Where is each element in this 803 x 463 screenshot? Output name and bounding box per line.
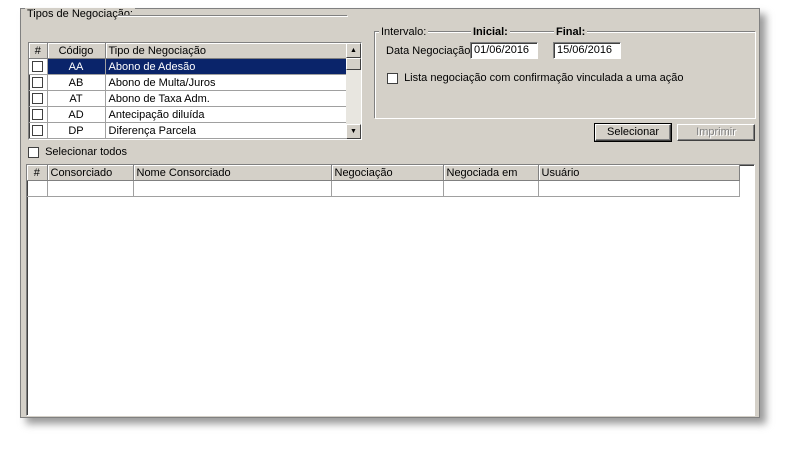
row-codigo: DP <box>47 122 106 139</box>
confirmacao-checkbox[interactable] <box>387 72 398 84</box>
selecionar-button-label: Selecionar <box>607 126 659 138</box>
imprimir-button[interactable]: Imprimir <box>677 124 755 141</box>
row-checkbox[interactable] <box>32 61 44 73</box>
row-codigo: AD <box>47 106 106 123</box>
confirmacao-option[interactable]: Lista negociação com confirmação vincula… <box>387 72 684 84</box>
tipos-grid-header: # Código Tipo de Negociação <box>29 43 349 59</box>
row-codigo: AB <box>47 74 106 91</box>
table-row[interactable]: DP Diferença Parcela <box>29 122 349 139</box>
results-grid-header: # Consorciado Nome Consorciado Negociaçã… <box>27 165 740 181</box>
inicial-label: Inicial: <box>471 26 510 38</box>
intervalo-legend: Intervalo: <box>379 26 429 38</box>
data-negociacao-label: Data Negociação: <box>386 45 474 57</box>
select-all-checkbox[interactable] <box>28 146 39 158</box>
tipos-group-line <box>117 15 347 16</box>
row-tipo: Diferença Parcela <box>105 122 349 139</box>
scroll-down-icon[interactable]: ▼ <box>346 124 361 139</box>
data-final-input[interactable]: 15/06/2016 <box>553 42 621 59</box>
table-row[interactable]: AA Abono de Adesão <box>29 58 349 75</box>
tipos-legend: Tipos de Negociação: <box>25 8 135 20</box>
table-row[interactable]: AB Abono de Multa/Juros <box>29 74 349 91</box>
column-header-negociacao[interactable]: Negociação <box>331 165 444 181</box>
final-label: Final: <box>554 26 588 38</box>
column-header-hash[interactable]: # <box>27 165 48 181</box>
column-header-negociada-em[interactable]: Negociada em <box>443 165 539 181</box>
selecionar-button[interactable]: Selecionar <box>594 123 672 142</box>
column-header-hash[interactable]: # <box>29 43 48 59</box>
row-tipo: Abono de Taxa Adm. <box>105 90 349 107</box>
table-row[interactable]: AT Abono de Taxa Adm. <box>29 90 349 107</box>
row-checkbox[interactable] <box>32 93 44 105</box>
row-codigo: AT <box>47 90 106 107</box>
row-tipo: Abono de Multa/Juros <box>105 74 349 91</box>
row-codigo: AA <box>47 58 106 75</box>
data-inicial-input[interactable]: 01/06/2016 <box>470 42 538 59</box>
row-checkbox[interactable] <box>32 77 44 89</box>
tipos-grid[interactable]: # Código Tipo de Negociação AA Abono de … <box>28 42 362 140</box>
row-tipo: Antecipação diluída <box>105 106 349 123</box>
imprimir-button-label: Imprimir <box>696 126 736 138</box>
scroll-thumb[interactable] <box>346 58 361 70</box>
column-header-tipo[interactable]: Tipo de Negociação <box>105 43 349 59</box>
table-row[interactable] <box>27 180 740 197</box>
table-row[interactable]: AD Antecipação diluída <box>29 106 349 123</box>
select-all-label: Selecionar todos <box>45 146 128 158</box>
column-header-nome-consorciado[interactable]: Nome Consorciado <box>133 165 332 181</box>
column-header-consorciado[interactable]: Consorciado <box>47 165 134 181</box>
results-grid[interactable]: # Consorciado Nome Consorciado Negociaçã… <box>26 164 755 416</box>
column-header-codigo[interactable]: Código <box>47 43 106 59</box>
column-header-usuario[interactable]: Usuário <box>538 165 740 181</box>
main-window: Tipos de Negociação: # Código Tipo de Ne… <box>20 8 760 418</box>
row-checkbox[interactable] <box>32 109 44 121</box>
row-checkbox[interactable] <box>32 125 44 137</box>
row-tipo: Abono de Adesão <box>105 58 349 75</box>
scroll-up-icon[interactable]: ▲ <box>346 43 361 58</box>
select-all-row[interactable]: Selecionar todos <box>28 146 127 158</box>
confirmacao-label: Lista negociação com confirmação vincula… <box>404 72 684 84</box>
tipos-scrollbar[interactable]: ▲ ▼ <box>346 43 361 139</box>
